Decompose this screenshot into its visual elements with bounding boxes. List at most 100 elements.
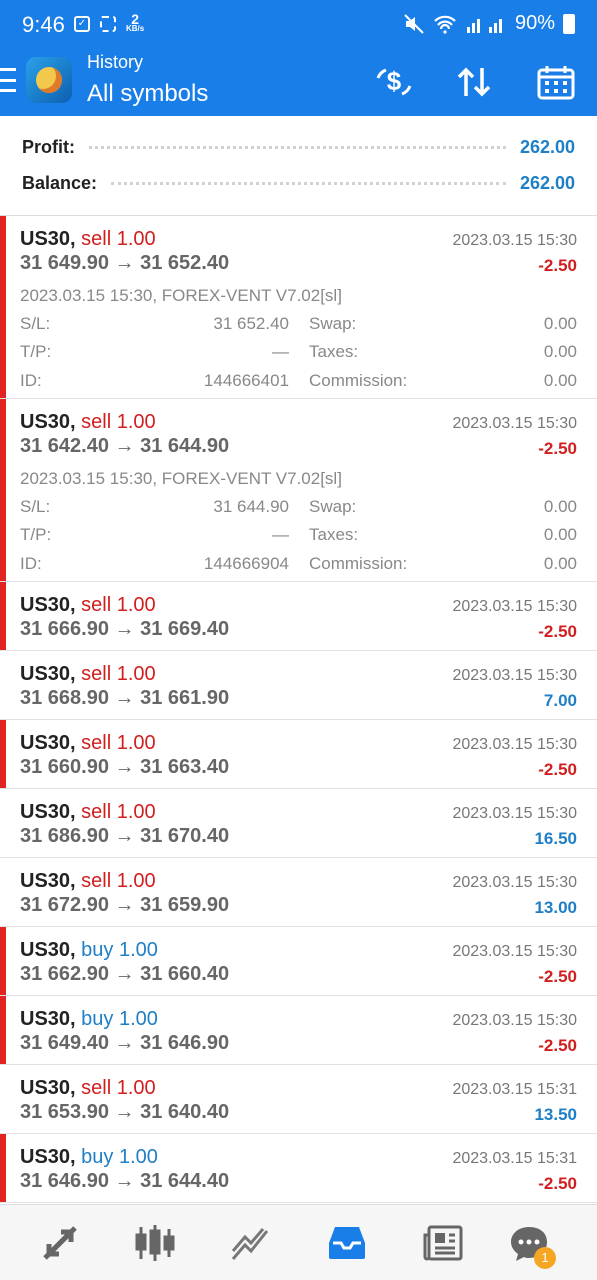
balance-value: 262.00 [519, 172, 575, 193]
commission-label: Commission: [309, 554, 408, 573]
trade-volume: 1.00 [116, 732, 156, 754]
profit-value: 262.00 [519, 136, 575, 157]
taxes-value: 0.00 [543, 525, 577, 544]
trade-prices: 31 646.90 → 31 644.40 [20, 1170, 230, 1192]
trade-prices: 31 649.40 → 31 646.90 [20, 1032, 230, 1054]
deposit-withdraw-icon[interactable]: $ [374, 62, 414, 102]
trade-time: 2023.03.15 15:30 [452, 598, 577, 615]
trade-row[interactable]: US30, buy 1.00 31 662.90 → 31 660.40 2023.… [0, 927, 597, 996]
trade-title: US30, sell 1.00 [20, 411, 156, 434]
news-icon[interactable] [420, 1223, 466, 1263]
app-logo [26, 57, 72, 103]
trade-profit: 13.00 [534, 898, 577, 917]
swap-value: 0.00 [543, 314, 577, 333]
trade-symbol: US30, [20, 1146, 76, 1168]
trade-title: US30, sell 1.00 [20, 1077, 156, 1100]
trade-profit: -2.50 [538, 1036, 577, 1055]
taxes-label: Taxes: [309, 342, 359, 361]
trade-time: 2023.03.15 15:30 [452, 874, 577, 891]
trade-profit: -2.50 [538, 622, 577, 641]
trade-row[interactable]: US30, sell 1.00 31 668.90 → 31 661.90 2023… [0, 651, 597, 720]
trade-title: US30, sell 1.00 [20, 801, 156, 824]
account-summary: Profit: 262.00 Balance: 262.00 [0, 116, 597, 216]
profit-row: Profit: 262.00 [22, 132, 575, 162]
wifi-icon [434, 15, 456, 34]
trade-prices: 31 686.90 → 31 670.40 [20, 825, 230, 847]
trade-time: 2023.03.15 15:30 [452, 805, 577, 822]
trade-profit: -2.50 [538, 1174, 577, 1193]
trade-time: 2023.03.15 15:30 [452, 1012, 577, 1029]
id-value: 144666904 [203, 554, 289, 573]
trade-title: US30, sell 1.00 [20, 870, 156, 893]
trade-row[interactable]: US30, sell 1.00 31 666.90 → 31 669.40 2023… [0, 582, 597, 651]
tp-value: — [272, 342, 289, 361]
trade-profit: 7.00 [543, 691, 577, 710]
trade-volume: 1.00 [116, 1077, 156, 1099]
trade-time: 2023.03.15 15:30 [452, 943, 577, 960]
commission-value: 0.00 [543, 554, 577, 573]
sl-label: S/L: [20, 314, 51, 333]
trade-side: sell [81, 594, 112, 616]
trade-prices: 31 653.90 → 31 640.40 [20, 1101, 230, 1123]
trade-symbol: US30, [20, 939, 76, 961]
swap-label: Swap: [309, 314, 357, 333]
trade-profit: 13.50 [534, 1105, 577, 1124]
trade-row[interactable]: US30, buy 1.00 31 649.40 → 31 646.90 2023.… [0, 996, 597, 1065]
messages-icon[interactable]: 1 [506, 1223, 556, 1269]
trade-side: buy [81, 1008, 114, 1030]
trade-volume: 1.00 [116, 594, 156, 616]
commission-label: Commission: [309, 371, 408, 390]
trade-row[interactable]: US30, sell 1.00 31 642.40 → 31 644.90 2023… [0, 399, 597, 582]
trade-row[interactable]: US30, sell 1.00 31 660.90 → 31 663.40 2023… [0, 720, 597, 789]
sort-icon[interactable] [454, 62, 494, 102]
status-bar: 9:46 ✓ 2 KB/s 90% [0, 0, 597, 52]
trade-symbol: US30, [20, 228, 76, 250]
network-speed-value: 2 [131, 11, 140, 27]
trade-profit: -2.50 [538, 967, 577, 986]
battery-percent: 90% [514, 12, 555, 34]
history-icon[interactable] [324, 1223, 370, 1263]
trade-side: sell [81, 228, 112, 250]
trade-list: US30, sell 1.00 31 649.90 → 31 652.40 2023… [0, 216, 597, 1203]
trade-volume: 1.00 [116, 411, 156, 433]
trade-row[interactable]: US30, buy 1.00 31 646.90 → 31 644.40 2023.… [0, 1134, 597, 1203]
quotes-icon[interactable] [37, 1223, 83, 1263]
trade-row[interactable]: US30, sell 1.00 31 672.90 → 31 659.90 2023… [0, 858, 597, 927]
taxes-value: 0.00 [543, 342, 577, 361]
trade-symbol: US30, [20, 594, 76, 616]
trade-prices: 31 662.90 → 31 660.40 [20, 963, 230, 985]
trade-prices: 31 672.90 → 31 659.90 [20, 894, 230, 916]
trade-row[interactable]: US30, sell 1.00 31 653.90 → 31 640.40 2023… [0, 1065, 597, 1134]
balance-label: Balance: [22, 172, 98, 193]
menu-icon[interactable] [0, 68, 16, 92]
trade-row[interactable]: US30, sell 1.00 31 649.90 → 31 652.40 2023… [0, 216, 597, 399]
trade-title: US30, sell 1.00 [20, 594, 156, 617]
sl-label: S/L: [20, 497, 51, 516]
trade-profit: 16.50 [534, 829, 577, 848]
trade-time: 2023.03.15 15:31 [452, 1081, 577, 1098]
id-label: ID: [20, 554, 42, 573]
status-notification-icons: ✓ 2 KB/s [74, 11, 145, 34]
tp-label: T/P: [20, 342, 52, 361]
trade-title: US30, buy 1.00 [20, 939, 158, 962]
trade-title: US30, buy 1.00 [20, 1146, 158, 1169]
trade-comment: 2023.03.15 15:30, FOREX-VENT V7.02[sl] [20, 286, 342, 305]
symbol-filter[interactable]: All symbols [87, 80, 208, 108]
trade-side: buy [81, 939, 114, 961]
trade-profit: -2.50 [538, 760, 577, 779]
trade-side: sell [81, 801, 112, 823]
trade-prices: 31 666.90 → 31 669.40 [20, 618, 230, 640]
chart-icon[interactable] [132, 1223, 178, 1263]
calendar-icon[interactable] [536, 62, 576, 102]
trade-icon[interactable] [228, 1223, 274, 1263]
status-system-icons: 90% [403, 12, 575, 35]
network-speed-unit: KB/s [126, 24, 145, 33]
taxes-label: Taxes: [309, 525, 359, 544]
balance-row: Balance: 262.00 [22, 168, 575, 198]
profit-label: Profit: [22, 136, 75, 157]
messages-badge: 1 [534, 1247, 556, 1269]
sl-value: 31 652.40 [213, 314, 289, 333]
trade-symbol: US30, [20, 732, 76, 754]
trade-row[interactable]: US30, sell 1.00 31 686.90 → 31 670.40 2023… [0, 789, 597, 858]
check-notification-icon: ✓ [74, 16, 90, 32]
